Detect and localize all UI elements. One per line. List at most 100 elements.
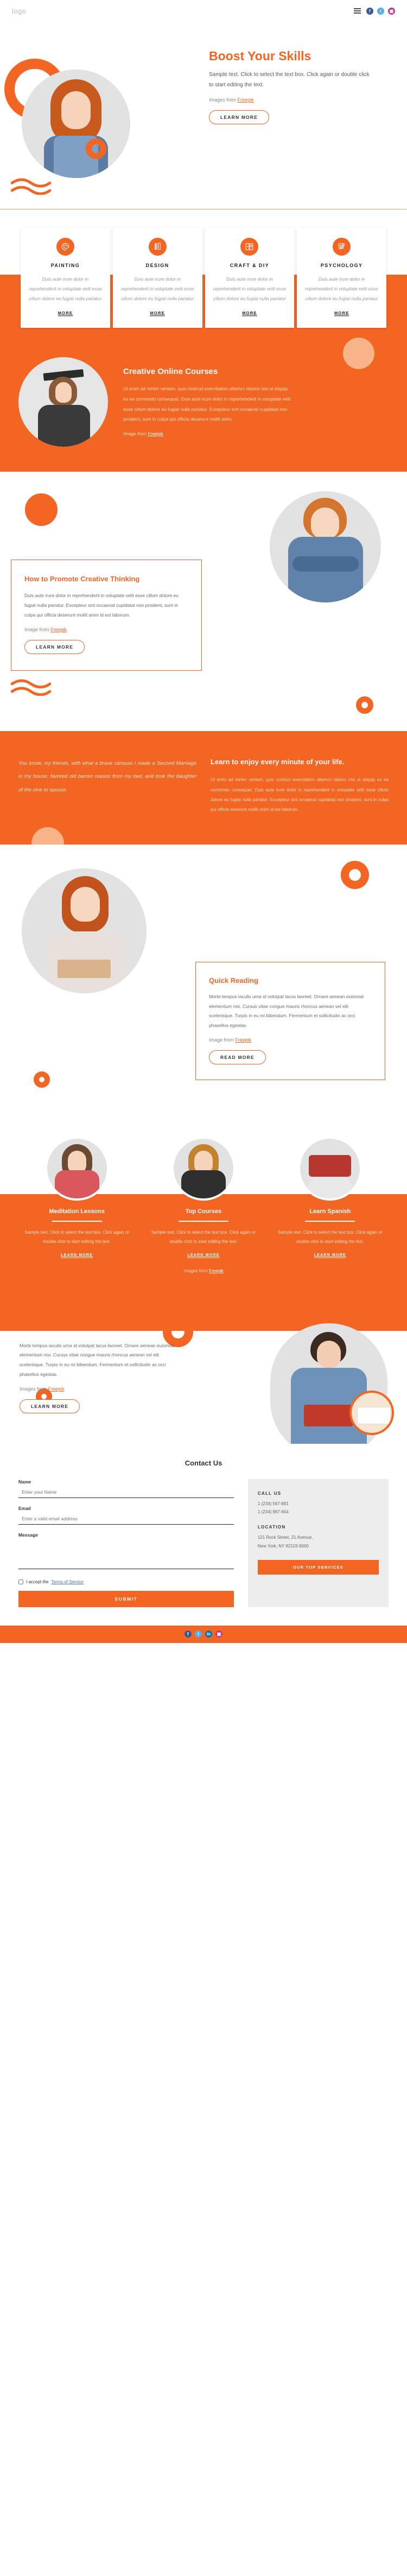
feature-card[interactable]: DESIGN Duis aute irure dolor in reprehen… bbox=[112, 228, 202, 328]
promote-learn-more-button[interactable]: LEARN MORE bbox=[24, 639, 85, 654]
instagram-icon[interactable]: ▣ bbox=[215, 1630, 222, 1638]
feature-card[interactable]: PAINTING Duis aute irure dolor in repreh… bbox=[21, 228, 110, 328]
quote-paragraph: Ut enim ad minim veniam, quis nostrud ex… bbox=[211, 777, 389, 813]
freepik-link[interactable]: Freepik bbox=[148, 431, 163, 436]
learn-spanish-image bbox=[298, 1137, 363, 1201]
contact-form: Name Email Message I accept the Terms of… bbox=[18, 1479, 248, 1607]
feature-title: PAINTING bbox=[50, 263, 80, 268]
feature-card-row: PAINTING Duis aute irure dolor in repreh… bbox=[0, 228, 407, 328]
feature-title: CRAFT & DIY bbox=[230, 263, 270, 268]
name-input[interactable] bbox=[18, 1486, 234, 1498]
twitter-icon[interactable]: t bbox=[377, 7, 384, 15]
feature-card[interactable]: PSYCHOLOGY Duis aute irure dolor in repr… bbox=[297, 228, 386, 328]
feature-title: PSYCHOLOGY bbox=[320, 263, 363, 268]
feature-more-link[interactable]: MORE bbox=[334, 310, 349, 316]
top-courses-image bbox=[171, 1137, 236, 1201]
course-card[interactable]: Meditation Lessons Sample text. Click to… bbox=[18, 1137, 135, 1259]
presentation-icon: P bbox=[240, 238, 259, 256]
thousands-learn-more-button[interactable]: LEARN MORE bbox=[20, 1399, 80, 1413]
divider bbox=[305, 1221, 355, 1222]
instagram-icon[interactable]: ▣ bbox=[388, 7, 395, 15]
course-card[interactable]: Top Courses Sample text. Click to select… bbox=[145, 1137, 262, 1259]
our-top-services-button[interactable]: OUR TOP SERVICES bbox=[257, 1559, 379, 1575]
boy-image bbox=[270, 491, 381, 602]
site-footer: f t in ▣ bbox=[0, 1625, 407, 1643]
creative-courses-credit: Image from Freepik bbox=[123, 431, 291, 436]
decor-ring-small bbox=[356, 696, 373, 714]
terms-of-service-link[interactable]: Terms of Service bbox=[51, 1579, 84, 1584]
freepik-link[interactable]: Freepik bbox=[48, 1386, 65, 1392]
palette-icon bbox=[56, 238, 74, 256]
read-more-button[interactable]: READ MORE bbox=[209, 1050, 266, 1065]
email-input[interactable] bbox=[18, 1513, 234, 1525]
facebook-icon[interactable]: f bbox=[366, 7, 373, 15]
page-title: Boost Your Skills bbox=[209, 49, 311, 63]
quote-section: You know, my friends, with what a brave … bbox=[0, 731, 407, 845]
hero-text-block: Boost Your Skills Sample text. Click to … bbox=[209, 49, 372, 124]
hero-learn-more-button[interactable]: LEARN MORE bbox=[209, 110, 270, 124]
feature-text: Duis aute irure dolor in reprehenderit i… bbox=[29, 276, 102, 301]
header-actions: f t ▣ bbox=[354, 7, 395, 15]
course-card-learn-more-link[interactable]: LEARN MORE bbox=[187, 1253, 220, 1258]
feature-more-link[interactable]: MORE bbox=[242, 310, 257, 316]
hero-paragraph: Sample text. Click to select the text bo… bbox=[209, 71, 370, 88]
credit-prefix: Image from bbox=[24, 626, 51, 632]
address-line-2: New York, NY 92103-9000 bbox=[257, 1543, 309, 1549]
course-card[interactable]: Learn Spanish Sample text. Click to sele… bbox=[272, 1137, 389, 1259]
promote-credit: Image from Freepik bbox=[24, 627, 188, 632]
course-card-text: Sample text. Click to select the text bo… bbox=[24, 1230, 129, 1244]
hamburger-menu-icon[interactable] bbox=[354, 8, 361, 14]
facebook-icon[interactable]: f bbox=[185, 1630, 192, 1638]
decor-wave-icon bbox=[10, 679, 52, 696]
promote-section: How to Promote Creative Thinking Duis au… bbox=[0, 472, 407, 731]
svg-text:P: P bbox=[247, 245, 249, 249]
course-card-text: Sample text. Click to select the text bo… bbox=[151, 1230, 256, 1244]
freepik-link[interactable]: Freepik bbox=[238, 97, 254, 103]
accept-text: I accept the bbox=[26, 1579, 49, 1584]
phone-1: 1 (234) 567-891 bbox=[257, 1501, 289, 1506]
call-us-label: CALL US bbox=[257, 1490, 282, 1496]
message-label: Message bbox=[18, 1532, 38, 1538]
quick-reading-paragraph: Morbi tempus iaculis urna id volutpat la… bbox=[209, 993, 364, 1029]
divider bbox=[178, 1221, 228, 1222]
message-textarea[interactable] bbox=[18, 1539, 234, 1569]
freepik-link[interactable]: Freepik bbox=[50, 627, 67, 632]
course-card-learn-more-link[interactable]: LEARN MORE bbox=[314, 1253, 346, 1258]
course-card-title: Meditation Lessons bbox=[49, 1208, 105, 1215]
quote-heading: Learn to enjoy every minute of your life… bbox=[211, 757, 345, 766]
feature-card[interactable]: P CRAFT & DIY Duis aute irure dolor in r… bbox=[205, 228, 295, 328]
credit-prefix: Images from bbox=[209, 97, 238, 103]
graduate-image bbox=[18, 357, 108, 447]
landing-page: logo f t ▣ Boost Your Skills Sample text… bbox=[0, 0, 407, 1643]
course-card-title: Top Courses bbox=[185, 1208, 222, 1215]
freepik-link[interactable]: Freepik bbox=[235, 1037, 251, 1043]
feature-text: Duis aute irure dolor in reprehenderit i… bbox=[121, 276, 194, 301]
submit-button[interactable]: SUBMIT bbox=[18, 1590, 234, 1607]
thousands-section: Thousands of creative courses Morbi temp… bbox=[0, 1295, 407, 1444]
freepik-link[interactable]: Freepik bbox=[209, 1268, 224, 1273]
decor-ring-small bbox=[86, 138, 106, 159]
feature-title: DESIGN bbox=[145, 263, 169, 268]
feature-more-link[interactable]: MORE bbox=[58, 310, 73, 316]
feature-text: Duis aute irure dolor in reprehenderit i… bbox=[305, 276, 378, 301]
decor-wave-icon bbox=[11, 178, 51, 195]
promote-paragraph: Duis aute irure dolor in reprehenderit i… bbox=[24, 593, 179, 618]
terms-checkbox[interactable] bbox=[18, 1579, 23, 1584]
hero-image bbox=[22, 69, 130, 178]
pencil-ruler-icon bbox=[148, 238, 167, 256]
course-card-learn-more-link[interactable]: LEARN MORE bbox=[61, 1253, 93, 1258]
phone-2: 1 (234) 987-654 bbox=[257, 1509, 289, 1515]
creative-courses-paragraph: Ut enim ad minim veniam, quis nostrud ex… bbox=[123, 386, 291, 422]
linkedin-icon[interactable]: in bbox=[205, 1630, 212, 1638]
promote-title: How to Promote Creative Thinking bbox=[24, 574, 140, 583]
quick-reading-card: Quick Reading Morbi tempus iaculis urna … bbox=[195, 961, 385, 1081]
logo[interactable]: logo bbox=[12, 7, 27, 15]
site-header: logo f t ▣ bbox=[0, 0, 407, 22]
contact-section: Contact Us Name Email Message I accept t… bbox=[0, 1444, 407, 1626]
twitter-icon[interactable]: t bbox=[195, 1630, 202, 1638]
feature-more-link[interactable]: MORE bbox=[150, 310, 165, 316]
quick-reading-title: Quick Reading bbox=[209, 976, 259, 985]
credit-prefix: Image from bbox=[209, 1037, 236, 1043]
credit-prefix: Images from bbox=[20, 1386, 48, 1392]
promote-card: How to Promote Creative Thinking Duis au… bbox=[11, 559, 202, 671]
